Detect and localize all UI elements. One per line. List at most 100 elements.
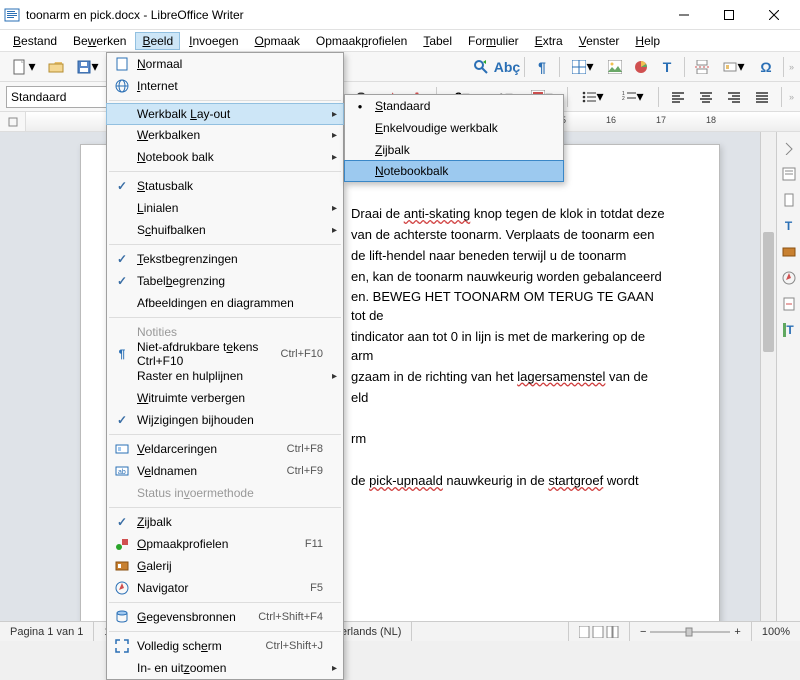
properties-panel-icon[interactable] (779, 164, 799, 184)
paragraph-style-value: Standaard (11, 90, 66, 104)
menu-item-label: In- en uitzoomen (133, 661, 323, 675)
menu-bestand[interactable]: Bestand (6, 32, 64, 50)
insert-field-button[interactable]: ▾ (716, 55, 752, 79)
document-line[interactable]: rm (351, 430, 671, 449)
insert-image-button[interactable] (603, 55, 627, 79)
menu-help[interactable]: Help (628, 32, 667, 50)
status-page[interactable]: Pagina 1 van 1 (0, 622, 94, 641)
view-menu-item[interactable]: Notebook balk▸ (107, 146, 343, 168)
close-button[interactable] (751, 0, 796, 29)
manage-changes-panel-icon[interactable] (779, 294, 799, 314)
view-menu-item[interactable]: NavigatorF5 (107, 577, 343, 599)
toolbar-layout-submenu: ●StandaardEnkelvoudige werkbalkZijbalkNo… (344, 94, 564, 182)
view-menu-item[interactable]: abVeldnamenCtrl+F9 (107, 460, 343, 482)
document-line[interactable]: tindicator aan tot 0 in lijn is met de m… (351, 328, 671, 366)
bullet-list-button[interactable]: ▾ (575, 85, 611, 109)
document-line[interactable]: gzaam in de richting van het lagersamens… (351, 368, 671, 387)
view-menu-item[interactable]: Normaal (107, 53, 343, 75)
styles-icon (111, 537, 133, 551)
document-line[interactable]: de pick-upnaald nauwkeurig in de startgr… (351, 472, 671, 491)
view-menu-item[interactable]: ✓Zijbalk (107, 511, 343, 533)
document-line[interactable]: Draai de anti-skating knop tegen de klok… (351, 205, 671, 224)
layout-submenu-item[interactable]: Enkelvoudige werkbalk (345, 117, 563, 139)
menu-formulier[interactable]: Formulier (461, 32, 526, 50)
menu-invoegen[interactable]: Invoegen (182, 32, 245, 50)
align-left-button[interactable] (666, 85, 690, 109)
view-menu-item[interactable]: ✓Tabelbegrenzing (107, 270, 343, 292)
style-inspector-icon[interactable]: T (779, 320, 799, 340)
view-menu-item[interactable]: Galerij (107, 555, 343, 577)
layout-submenu-item[interactable]: Notebookbalk (344, 160, 564, 182)
insert-chart-button[interactable] (629, 55, 653, 79)
view-menu-item[interactable]: Werkbalken▸ (107, 124, 343, 146)
maximize-button[interactable] (706, 0, 751, 29)
view-menu-item[interactable]: In- en uitzoomen▸ (107, 657, 343, 679)
minimize-button[interactable] (661, 0, 706, 29)
view-menu-item[interactable]: ✓Wijzigingen bijhouden (107, 409, 343, 431)
view-menu-item[interactable]: Internet (107, 75, 343, 97)
zoom-slider[interactable]: − + (630, 622, 752, 641)
status-zoom[interactable]: 100% (752, 622, 800, 641)
menu-bewerken[interactable]: Bewerken (66, 32, 133, 50)
align-justify-button[interactable] (750, 85, 774, 109)
page-panel-icon[interactable] (779, 190, 799, 210)
menu-opmaak[interactable]: Opmaak (248, 32, 307, 50)
ruler-corner (0, 112, 26, 131)
view-menu-item[interactable]: OpmaakprofielenF11 (107, 533, 343, 555)
gallery-panel-icon[interactable] (779, 242, 799, 262)
spellcheck-button[interactable]: Abç (495, 55, 519, 79)
menu-beeld[interactable]: Beeld (135, 32, 180, 50)
fieldnames-icon: ab (111, 464, 133, 478)
document-line[interactable]: en, kan de toonarm nauwkeurig worden geb… (351, 268, 671, 287)
document-line[interactable]: en. BEWEG HET TOONARM OM TERUG TE GAAN t… (351, 288, 671, 326)
layout-submenu-item[interactable]: ●Standaard (345, 95, 563, 117)
status-viewlayout[interactable] (568, 622, 630, 641)
new-doc-button[interactable]: ▾ (6, 55, 42, 79)
menu-venster[interactable]: Venster (572, 32, 627, 50)
document-line[interactable]: eld (351, 389, 671, 408)
menu-item-label: Niet-afdrukbare tekens Ctrl+F10 (133, 340, 263, 368)
document-line[interactable] (351, 409, 671, 428)
view-menu-item[interactable]: Linialen▸ (107, 197, 343, 219)
menu-item-label: Status invoermethode (133, 486, 323, 500)
document-line[interactable]: van de achterste toonarm. Verplaats de t… (351, 226, 671, 245)
zoom-in-icon[interactable]: + (734, 626, 740, 638)
insert-table-button[interactable]: ▾ (565, 55, 601, 79)
align-right-button[interactable] (722, 85, 746, 109)
view-menu-item[interactable]: ✓Statusbalk (107, 175, 343, 197)
view-menu-item[interactable]: VeldarceringenCtrl+F8 (107, 438, 343, 460)
number-list-button[interactable]: 12▾ (615, 85, 651, 109)
navigator-panel-icon[interactable] (779, 268, 799, 288)
view-menu-item[interactable]: GegevensbronnenCtrl+Shift+F4 (107, 606, 343, 628)
view-menu-item[interactable]: Raster en hulplijnen▸ (107, 365, 343, 387)
save-button[interactable]: ▾ (70, 55, 106, 79)
insert-textbox-button[interactable]: T (655, 55, 679, 79)
zoom-slider-track[interactable] (650, 627, 730, 637)
view-menu-item[interactable]: ¶Niet-afdrukbare tekens Ctrl+F10Ctrl+F10 (107, 343, 343, 365)
view-menu-item[interactable]: Schuifbalken▸ (107, 219, 343, 241)
view-menu-item[interactable]: Afbeeldingen en diagrammen (107, 292, 343, 314)
scrollbar-thumb[interactable] (763, 232, 774, 352)
view-menu-item[interactable]: Witruimte verbergen (107, 387, 343, 409)
document-line[interactable] (351, 451, 671, 470)
insert-pagebreak-button[interactable] (690, 55, 714, 79)
styles-panel-icon[interactable]: T (779, 216, 799, 236)
document-line[interactable]: de lift-hendel naar beneden terwijl u de… (351, 247, 671, 266)
view-menu-item[interactable]: Werkbalk Lay-out▸ (106, 103, 344, 125)
view-menu-item[interactable]: Volledig schermCtrl+Shift+J (107, 635, 343, 657)
find-replace-button[interactable] (469, 55, 493, 79)
menu-opmaakprofielen[interactable]: Opmaakprofielen (309, 32, 414, 50)
view-menu-item[interactable]: ✓Tekstbegrenzingen (107, 248, 343, 270)
layout-submenu-item[interactable]: Zijbalk (345, 139, 563, 161)
sidebar-settings-icon[interactable] (779, 138, 799, 158)
menu-item-label: Galerij (133, 559, 323, 573)
align-center-button[interactable] (694, 85, 718, 109)
insert-special-char-button[interactable]: Ω (754, 55, 778, 79)
menu-tabel[interactable]: Tabel (416, 32, 459, 50)
open-button[interactable] (44, 55, 68, 79)
menu-extra[interactable]: Extra (528, 32, 570, 50)
navigator-icon (111, 581, 133, 595)
nonprinting-button[interactable]: ¶ (530, 55, 554, 79)
vertical-scrollbar[interactable] (760, 132, 776, 621)
zoom-out-icon[interactable]: − (640, 626, 646, 638)
